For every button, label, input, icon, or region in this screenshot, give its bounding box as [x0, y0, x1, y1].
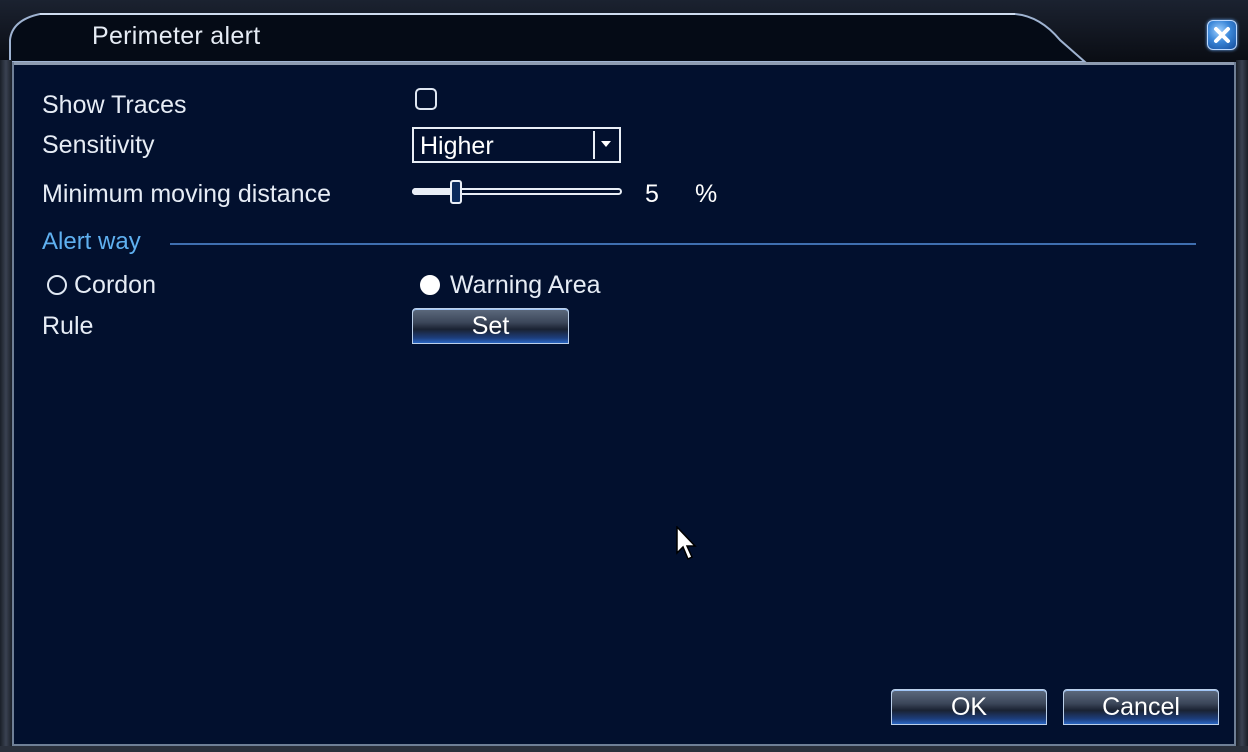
title-bar: Perimeter alert	[0, 0, 1248, 62]
show-traces-label: Show Traces	[42, 91, 187, 119]
warning-area-radio[interactable]	[420, 275, 440, 295]
sensitivity-label: Sensitivity	[42, 131, 155, 159]
show-traces-checkbox[interactable]	[415, 88, 437, 110]
cancel-button[interactable]: Cancel	[1063, 689, 1219, 725]
window-title: Perimeter alert	[92, 22, 261, 50]
min-distance-slider[interactable]	[412, 178, 624, 206]
warning-area-label[interactable]: Warning Area	[450, 271, 601, 300]
dropdown-arrow-button[interactable]	[593, 131, 617, 159]
slider-thumb[interactable]	[450, 180, 463, 204]
rule-label: Rule	[42, 312, 94, 340]
rule-set-button[interactable]: Set	[412, 308, 569, 344]
min-distance-label: Minimum moving distance	[42, 180, 331, 208]
perimeter-alert-dialog: Perimeter alert Show Traces Sensitivity …	[0, 0, 1248, 752]
section-divider	[170, 243, 1196, 245]
sensitivity-value: Higher	[420, 132, 494, 160]
frame-bottom	[0, 746, 1248, 752]
chevron-down-icon	[601, 141, 611, 147]
min-distance-value: 5	[645, 180, 659, 208]
mouse-cursor-icon	[676, 526, 697, 561]
dialog-body	[12, 62, 1236, 746]
min-distance-unit: %	[695, 180, 718, 208]
frame-right	[1236, 60, 1248, 752]
frame-left	[0, 60, 12, 752]
slider-fill	[412, 188, 453, 195]
close-icon	[1214, 27, 1230, 43]
cordon-radio[interactable]	[47, 275, 67, 295]
alert-way-heading: Alert way	[42, 228, 141, 255]
cordon-label[interactable]: Cordon	[74, 271, 156, 300]
ok-button[interactable]: OK	[891, 689, 1047, 725]
sensitivity-select[interactable]: Higher	[412, 127, 621, 163]
close-button[interactable]	[1207, 20, 1237, 50]
